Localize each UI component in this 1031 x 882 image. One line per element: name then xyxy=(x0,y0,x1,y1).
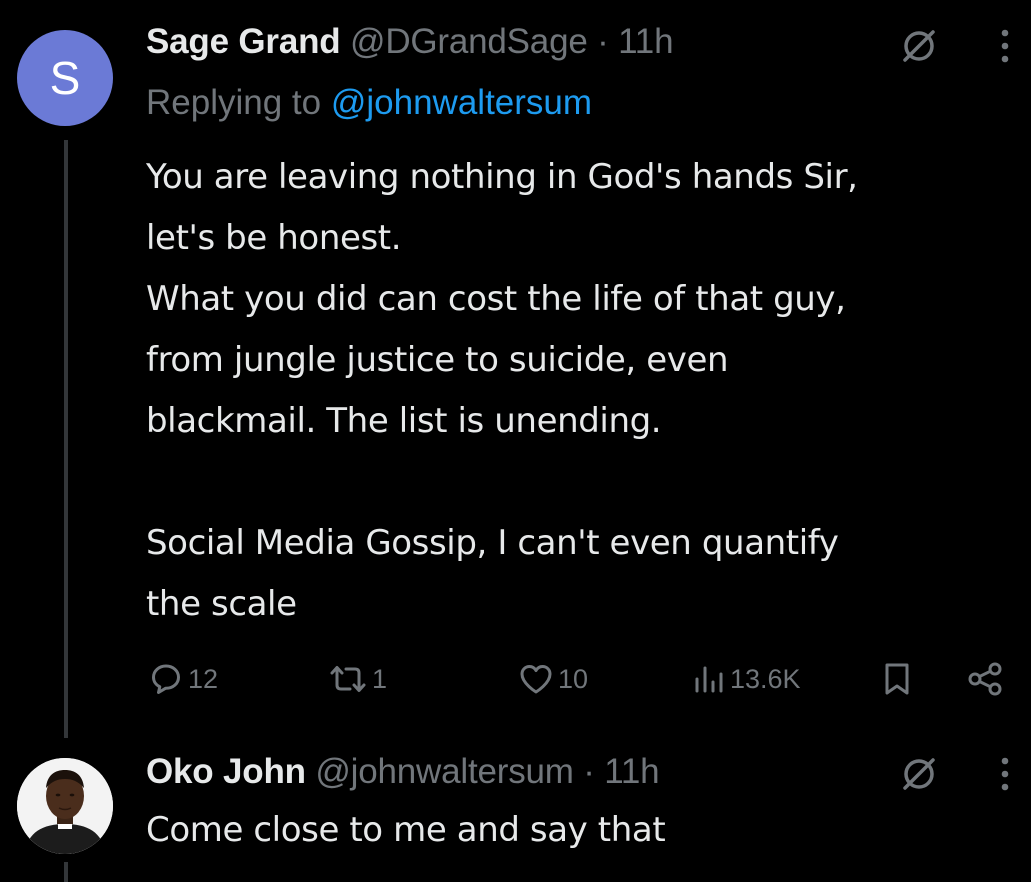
replying-to-handle-link[interactable]: @johnwaltersum xyxy=(331,83,592,122)
like-count: 10 xyxy=(558,663,589,694)
display-name[interactable]: Sage Grand xyxy=(146,22,341,61)
avatar[interactable] xyxy=(17,758,113,854)
avatar-letter: S xyxy=(49,52,81,104)
repost-count: 1 xyxy=(372,663,388,694)
like-button[interactable]: 10 xyxy=(518,656,588,702)
separator-dot: · xyxy=(583,752,595,791)
avatar[interactable]: S xyxy=(17,30,113,126)
bookmark-icon xyxy=(885,663,909,695)
tweet-text-line: blackmail. The list is unending. xyxy=(146,401,662,441)
share-icon xyxy=(968,662,1002,696)
grok-slash-circle-icon[interactable] xyxy=(895,752,943,796)
tweet-text-line: Social Media Gossip, I can't even quanti… xyxy=(146,523,839,563)
reply-button[interactable]: 12 xyxy=(150,656,218,702)
bookmark-button[interactable] xyxy=(881,656,913,702)
profile-photo-icon xyxy=(17,758,113,854)
timestamp[interactable]: 11h xyxy=(604,752,659,791)
more-vertical-icon[interactable] xyxy=(990,24,1020,68)
heart-icon xyxy=(520,665,552,694)
reply-count: 12 xyxy=(188,663,219,694)
tweet-header: Sage Grand @DGrandSage · 11h xyxy=(146,22,674,62)
tweet-text-line: the scale xyxy=(146,584,297,624)
bar-chart-icon xyxy=(695,666,723,693)
tweet-actions: 12 1 10 13.6K xyxy=(146,656,1016,702)
tweet-text-line: You are leaving nothing in God's hands S… xyxy=(146,157,858,197)
tweet-text: You are leaving nothing in God's hands S… xyxy=(146,147,1031,635)
separator-dot: · xyxy=(597,22,609,61)
share-button[interactable] xyxy=(966,656,1004,702)
tweet-text: Come close to me and say that xyxy=(146,810,666,850)
tweet-text-line: from jungle justice to suicide, even xyxy=(146,340,729,380)
display-name[interactable]: Oko John xyxy=(146,752,306,791)
tweet-text-line: let's be honest. xyxy=(146,218,402,258)
thread-line-bottom xyxy=(64,862,68,882)
tweet-text-line: What you did can cost the life of that g… xyxy=(146,279,846,319)
repost-arrows-icon xyxy=(330,666,366,692)
views-button[interactable]: 13.6K xyxy=(692,656,801,702)
grok-slash-circle-icon[interactable] xyxy=(895,24,943,68)
replying-to: Replying to @johnwaltersum xyxy=(146,83,592,123)
user-handle[interactable]: @johnwaltersum xyxy=(315,752,574,791)
timestamp[interactable]: 11h xyxy=(618,22,673,61)
views-count: 13.6K xyxy=(730,663,801,694)
thread-line-top xyxy=(64,140,68,738)
user-handle[interactable]: @DGrandSage xyxy=(350,22,588,61)
repost-button[interactable]: 1 xyxy=(328,656,387,702)
replying-to-label: Replying to xyxy=(146,83,322,122)
more-vertical-icon[interactable] xyxy=(990,752,1020,796)
tweet-header: Oko John @johnwaltersum · 11h xyxy=(146,752,660,792)
speech-bubble-icon xyxy=(152,664,180,694)
